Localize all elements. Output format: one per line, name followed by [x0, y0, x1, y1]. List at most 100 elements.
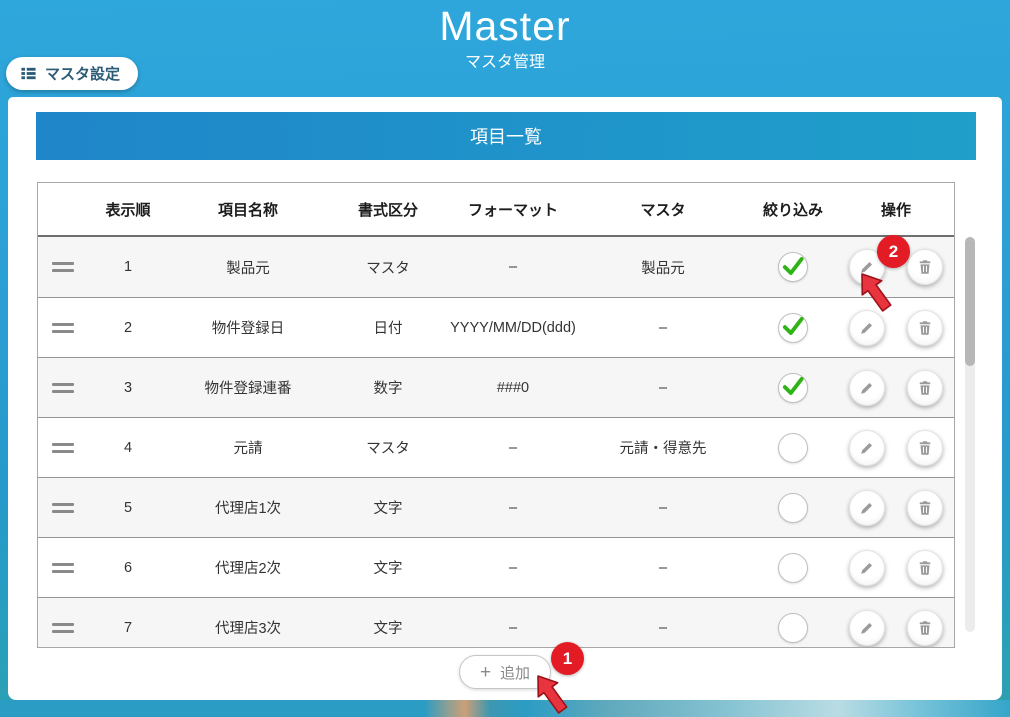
delete-button[interactable]	[907, 490, 943, 526]
list-icon	[20, 65, 37, 82]
trash-icon	[916, 319, 934, 337]
cell-format-type: 文字	[328, 497, 448, 518]
trash-icon	[916, 619, 934, 637]
table-scrollbar-thumb[interactable]	[965, 237, 975, 366]
drag-handle-icon[interactable]	[52, 623, 74, 633]
content-card: 項目一覧 表示順 項目名称 書式区分 フォーマット マスタ 絞り込み 操作 1 …	[8, 97, 1002, 700]
cell-format-type: 数字	[328, 377, 448, 398]
filter-checkbox[interactable]	[778, 313, 808, 343]
table-scrollbar-track[interactable]	[965, 237, 975, 632]
edit-button[interactable]	[849, 550, 885, 586]
drag-handle-icon[interactable]	[52, 503, 74, 513]
cell-format-type: 日付	[328, 317, 448, 338]
drag-handle-icon[interactable]	[52, 323, 74, 333]
trash-icon	[916, 258, 934, 276]
table-row: 7 代理店3次 文字 – –	[38, 597, 954, 648]
items-table: 表示順 項目名称 書式区分 フォーマット マスタ 絞り込み 操作 1 製品元 マ…	[37, 182, 955, 648]
cursor-arrow-icon	[848, 270, 894, 333]
edit-button[interactable]	[849, 610, 885, 646]
cell-format: ###0	[448, 380, 578, 396]
drag-handle-icon[interactable]	[52, 443, 74, 453]
check-icon	[780, 373, 806, 399]
cell-order: 1	[88, 259, 168, 275]
cell-name: 製品元	[168, 257, 328, 278]
delete-button[interactable]	[907, 610, 943, 646]
filter-checkbox[interactable]	[778, 613, 808, 643]
pencil-icon	[858, 619, 876, 637]
cell-format-type: マスタ	[328, 437, 448, 458]
cell-format-type: 文字	[328, 557, 448, 578]
cell-master: –	[578, 500, 748, 516]
cell-name: 物件登録連番	[168, 377, 328, 398]
edit-button[interactable]	[849, 490, 885, 526]
cell-format: –	[448, 440, 578, 456]
filter-checkbox[interactable]	[778, 252, 808, 282]
cell-master: –	[578, 320, 748, 336]
pencil-icon	[858, 559, 876, 577]
col-master: マスタ	[578, 199, 748, 220]
table-row: 1 製品元 マスタ – 製品元	[38, 237, 954, 297]
table-row: 6 代理店2次 文字 – –	[38, 537, 954, 597]
page-title: Master	[0, 3, 1010, 50]
cell-order: 4	[88, 440, 168, 456]
annotation-badge-1: 1	[551, 642, 584, 675]
cell-name: 元請	[168, 437, 328, 458]
table-row: 5 代理店1次 文字 – –	[38, 477, 954, 537]
pencil-icon	[858, 439, 876, 457]
section-title: 項目一覧	[470, 123, 542, 149]
filter-checkbox[interactable]	[778, 553, 808, 583]
filter-checkbox[interactable]	[778, 433, 808, 463]
trash-icon	[916, 439, 934, 457]
table-row: 3 物件登録連番 数字 ###0 –	[38, 357, 954, 417]
table-row: 2 物件登録日 日付 YYYY/MM/DD(ddd) –	[38, 297, 954, 357]
filter-checkbox[interactable]	[778, 373, 808, 403]
cell-name: 代理店2次	[168, 557, 328, 578]
table-row: 4 元請 マスタ – 元請・得意先	[38, 417, 954, 477]
cell-name: 代理店3次	[168, 617, 328, 638]
cell-order: 5	[88, 500, 168, 516]
col-order: 表示順	[88, 199, 168, 220]
edit-button[interactable]	[849, 370, 885, 406]
cell-master: 元請・得意先	[578, 437, 748, 458]
delete-button[interactable]	[907, 249, 943, 285]
table-header-row: 表示順 項目名称 書式区分 フォーマット マスタ 絞り込み 操作	[38, 183, 954, 237]
plus-icon: +	[480, 663, 491, 682]
master-settings-button[interactable]: マスタ設定	[6, 57, 138, 90]
col-format: フォーマット	[448, 199, 578, 220]
cell-format: –	[448, 500, 578, 516]
check-icon	[780, 253, 806, 279]
trash-icon	[916, 559, 934, 577]
cell-format: YYYY/MM/DD(ddd)	[448, 320, 578, 336]
cursor-arrow-icon	[524, 672, 570, 717]
col-ops: 操作	[838, 199, 954, 220]
col-filter: 絞り込み	[748, 199, 838, 220]
cell-format: –	[448, 560, 578, 576]
drag-handle-icon[interactable]	[52, 262, 74, 272]
cell-format-type: マスタ	[328, 257, 448, 278]
delete-button[interactable]	[907, 310, 943, 346]
cell-name: 代理店1次	[168, 497, 328, 518]
delete-button[interactable]	[907, 550, 943, 586]
drag-handle-icon[interactable]	[52, 563, 74, 573]
cell-format: –	[448, 259, 578, 275]
check-icon	[780, 313, 806, 339]
pencil-icon	[858, 499, 876, 517]
cell-order: 3	[88, 380, 168, 396]
col-type: 書式区分	[328, 199, 448, 220]
trash-icon	[916, 379, 934, 397]
edit-button[interactable]	[849, 430, 885, 466]
cell-name: 物件登録日	[168, 317, 328, 338]
pencil-icon	[858, 379, 876, 397]
cell-master: 製品元	[578, 257, 748, 278]
cell-order: 2	[88, 320, 168, 336]
page-subtitle: マスタ管理	[0, 48, 1010, 72]
master-settings-label: マスタ設定	[45, 63, 120, 84]
filter-checkbox[interactable]	[778, 493, 808, 523]
cell-order: 6	[88, 560, 168, 576]
delete-button[interactable]	[907, 370, 943, 406]
annotation-badge-2: 2	[877, 235, 910, 268]
trash-icon	[916, 499, 934, 517]
drag-handle-icon[interactable]	[52, 383, 74, 393]
delete-button[interactable]	[907, 430, 943, 466]
cell-master: –	[578, 380, 748, 396]
